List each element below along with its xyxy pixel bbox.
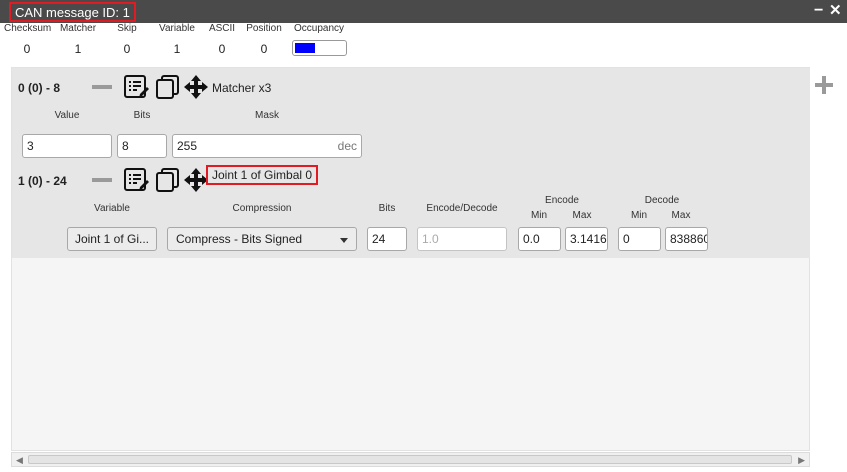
variable-select-button[interactable]: Joint 1 of Gi...	[67, 227, 157, 251]
row-0-label: Matcher x3	[212, 81, 272, 95]
decode-max-input[interactable]: 838860	[665, 227, 708, 251]
stat-value-matcher: 1	[74, 42, 82, 56]
add-icon[interactable]	[814, 75, 834, 95]
bits-header: Bits	[378, 203, 396, 214]
minimize-icon[interactable]: −	[814, 1, 823, 21]
encode-min-header: Min	[530, 210, 548, 221]
stat-label-occupancy: Occupancy	[293, 23, 345, 34]
horizontal-scrollbar[interactable]: ◀ ▶	[11, 452, 810, 467]
stat-value-position: 0	[260, 42, 268, 56]
occupancy-fill	[295, 43, 315, 53]
encode-header: Encode	[545, 195, 579, 206]
bits-header: Bits	[133, 110, 151, 121]
decode-min-header: Min	[630, 210, 648, 221]
bits-input[interactable]: 24	[367, 227, 407, 251]
occupancy-progress-bar	[292, 40, 347, 56]
stat-value-ascii: 0	[218, 42, 226, 56]
compression-header: Compression	[232, 203, 292, 214]
compression-value: Compress - Bits Signed	[176, 232, 303, 246]
decode-max-header: Max	[671, 210, 691, 221]
row-1-header: 1 (0) - 24	[18, 174, 67, 188]
value-header: Value	[54, 110, 80, 121]
stat-value-skip: 0	[123, 42, 131, 56]
window-title: CAN message ID: 1	[9, 2, 136, 22]
row-1-label: Joint 1 of Gimbal 0	[206, 165, 319, 185]
stat-value-checksum: 0	[23, 42, 31, 56]
compression-dropdown[interactable]: Compress - Bits Signed	[167, 227, 357, 251]
encode-decode-header: Encode/Decode	[426, 203, 498, 214]
decode-min-input[interactable]: 0	[618, 227, 661, 251]
copy-icon[interactable]	[155, 74, 181, 100]
minus-icon[interactable]	[92, 178, 112, 182]
scrollbar-thumb[interactable]	[28, 455, 792, 464]
move-icon[interactable]	[183, 74, 209, 100]
decode-header: Decode	[644, 195, 680, 206]
title-bar: CAN message ID: 1 − ✕	[0, 0, 847, 23]
minus-icon[interactable]	[92, 85, 112, 89]
encode-max-input[interactable]: 3.1416	[565, 227, 608, 251]
edit-list-icon[interactable]	[123, 167, 150, 193]
mask-input[interactable]: 255 dec	[172, 134, 362, 158]
value-input[interactable]: 3	[22, 134, 112, 158]
mask-header: Mask	[255, 110, 279, 121]
fields-group: 0 (0) - 8 Matcher x3 Value Bits Mask 3 8…	[12, 68, 810, 258]
variable-header: Variable	[94, 203, 130, 214]
copy-icon[interactable]	[155, 167, 181, 193]
mask-value: 255	[177, 139, 198, 153]
stat-label-ascii: ASCII	[208, 23, 236, 34]
stat-value-variable: 1	[173, 42, 181, 56]
mask-unit: dec	[337, 139, 357, 153]
stat-label-checksum: Checksum	[4, 23, 52, 34]
edit-list-icon[interactable]	[123, 74, 150, 100]
scroll-left-icon[interactable]: ◀	[16, 454, 23, 466]
chevron-down-icon	[340, 238, 348, 243]
stat-label-skip: Skip	[117, 23, 137, 34]
encode-min-input[interactable]: 0.0	[518, 227, 561, 251]
row-0-header: 0 (0) - 8	[18, 81, 61, 95]
stat-label-variable: Variable	[159, 23, 195, 34]
stat-label-matcher: Matcher	[59, 23, 97, 34]
fields-scroll-area[interactable]: 0 (0) - 8 Matcher x3 Value Bits Mask 3 8…	[11, 67, 810, 451]
encode-decode-input[interactable]: 1.0	[417, 227, 507, 251]
encode-max-header: Max	[572, 210, 592, 221]
scroll-right-icon[interactable]: ▶	[798, 454, 805, 466]
bits-input[interactable]: 8	[117, 134, 167, 158]
stat-label-position: Position	[246, 23, 282, 34]
close-icon[interactable]: ✕	[829, 1, 842, 21]
